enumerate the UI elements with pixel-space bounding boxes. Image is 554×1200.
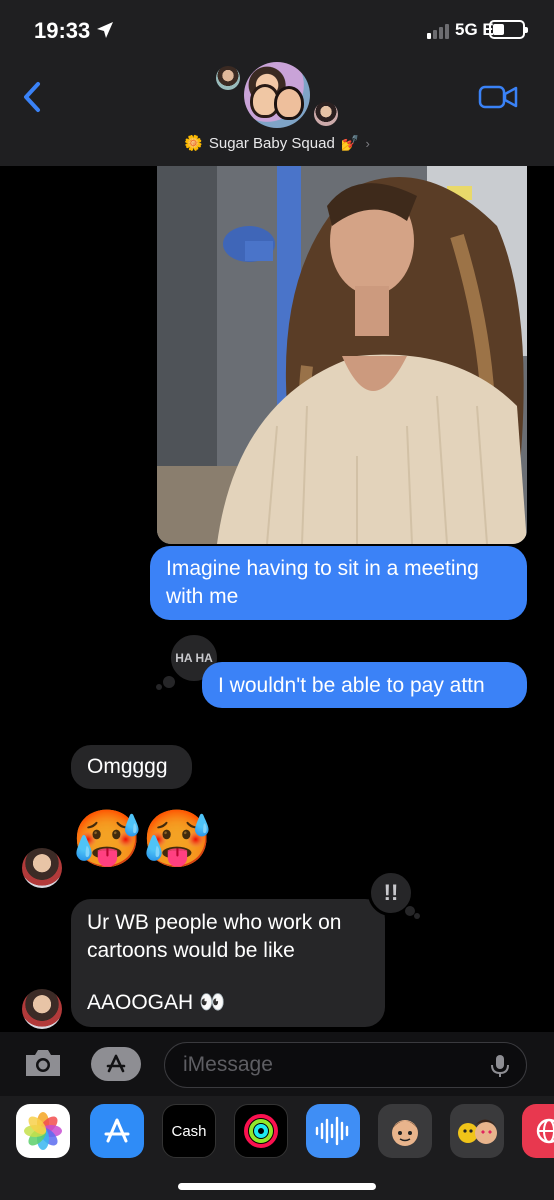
activity-rings-icon [244,1114,278,1148]
back-button[interactable] [18,80,48,114]
apple-cash-label: Cash [171,1122,207,1140]
photo-attachment[interactable] [157,166,527,544]
group-avatars[interactable] [210,58,350,136]
app-drawer: Cash [0,1096,554,1200]
memoji-stickers-icon [458,1119,497,1144]
camera-icon[interactable] [22,1047,64,1079]
network-type: 5G E [455,20,494,39]
sent-message[interactable]: I wouldn't be able to pay attn [202,662,527,708]
photos-app[interactable] [16,1104,70,1158]
avatar [216,66,240,90]
message-line: Ur WB people who work on [87,911,342,934]
memoji-2[interactable] [450,1104,504,1158]
globe-icon [536,1118,554,1144]
hot-face-emoji[interactable]: 🥵 [142,806,212,872]
sender-avatar[interactable] [22,989,62,1029]
cellular-signal-icon [427,24,449,39]
conversation-title[interactable]: 🌼 Sugar Baby Squad 💅 › [0,134,554,153]
group-photo-avatar [244,62,310,128]
conversation-header: 19:33 5G E 🌼 Sugar Baby Squad 💅 › [0,0,554,166]
apple-cash[interactable]: Cash [162,1104,216,1158]
memoji-icon [392,1120,418,1146]
group-name-label: Sugar Baby Squad [208,134,335,152]
status-time: 19:33 [34,18,91,43]
activity[interactable] [234,1104,288,1158]
sender-avatar[interactable] [22,848,62,888]
message-line: AAOOGAH 👀 [87,991,226,1014]
avatar [314,102,338,126]
compose-bar [0,1032,554,1096]
app-store-button[interactable] [91,1047,141,1081]
received-message[interactable]: Omgggg [71,745,192,789]
nail-polish-icon: 💅 [340,135,360,152]
received-message[interactable]: Ur WB people who work on cartoons would … [71,899,385,1027]
audio-message[interactable] [306,1104,360,1158]
photos-icon [24,1112,62,1150]
memoji-1[interactable] [378,1104,432,1158]
sent-message[interactable]: Imagine having to sit in a meeting with … [150,546,527,620]
selfie-photo [157,166,527,544]
reaction-tail [414,913,420,919]
app-store-icon [106,1054,126,1073]
waveform-icon [315,1116,349,1146]
battery-icon [489,20,528,39]
home-indicator[interactable] [178,1183,376,1190]
reaction-tail [156,684,162,690]
reaction-tail [163,676,175,688]
location-arrow-icon [97,22,113,38]
message-input[interactable] [164,1042,527,1088]
flower-icon: 🌼 [184,135,203,152]
chevron-right-icon: › [365,135,370,151]
hot-face-emoji[interactable]: 🥵 [72,806,142,872]
message-line: cartoons would be like [87,939,295,962]
app-store[interactable] [90,1104,144,1158]
app-store-icon [104,1118,130,1143]
microphone-icon[interactable] [490,1054,510,1078]
search-web[interactable] [522,1104,554,1158]
facetime-video-button[interactable] [478,84,518,110]
